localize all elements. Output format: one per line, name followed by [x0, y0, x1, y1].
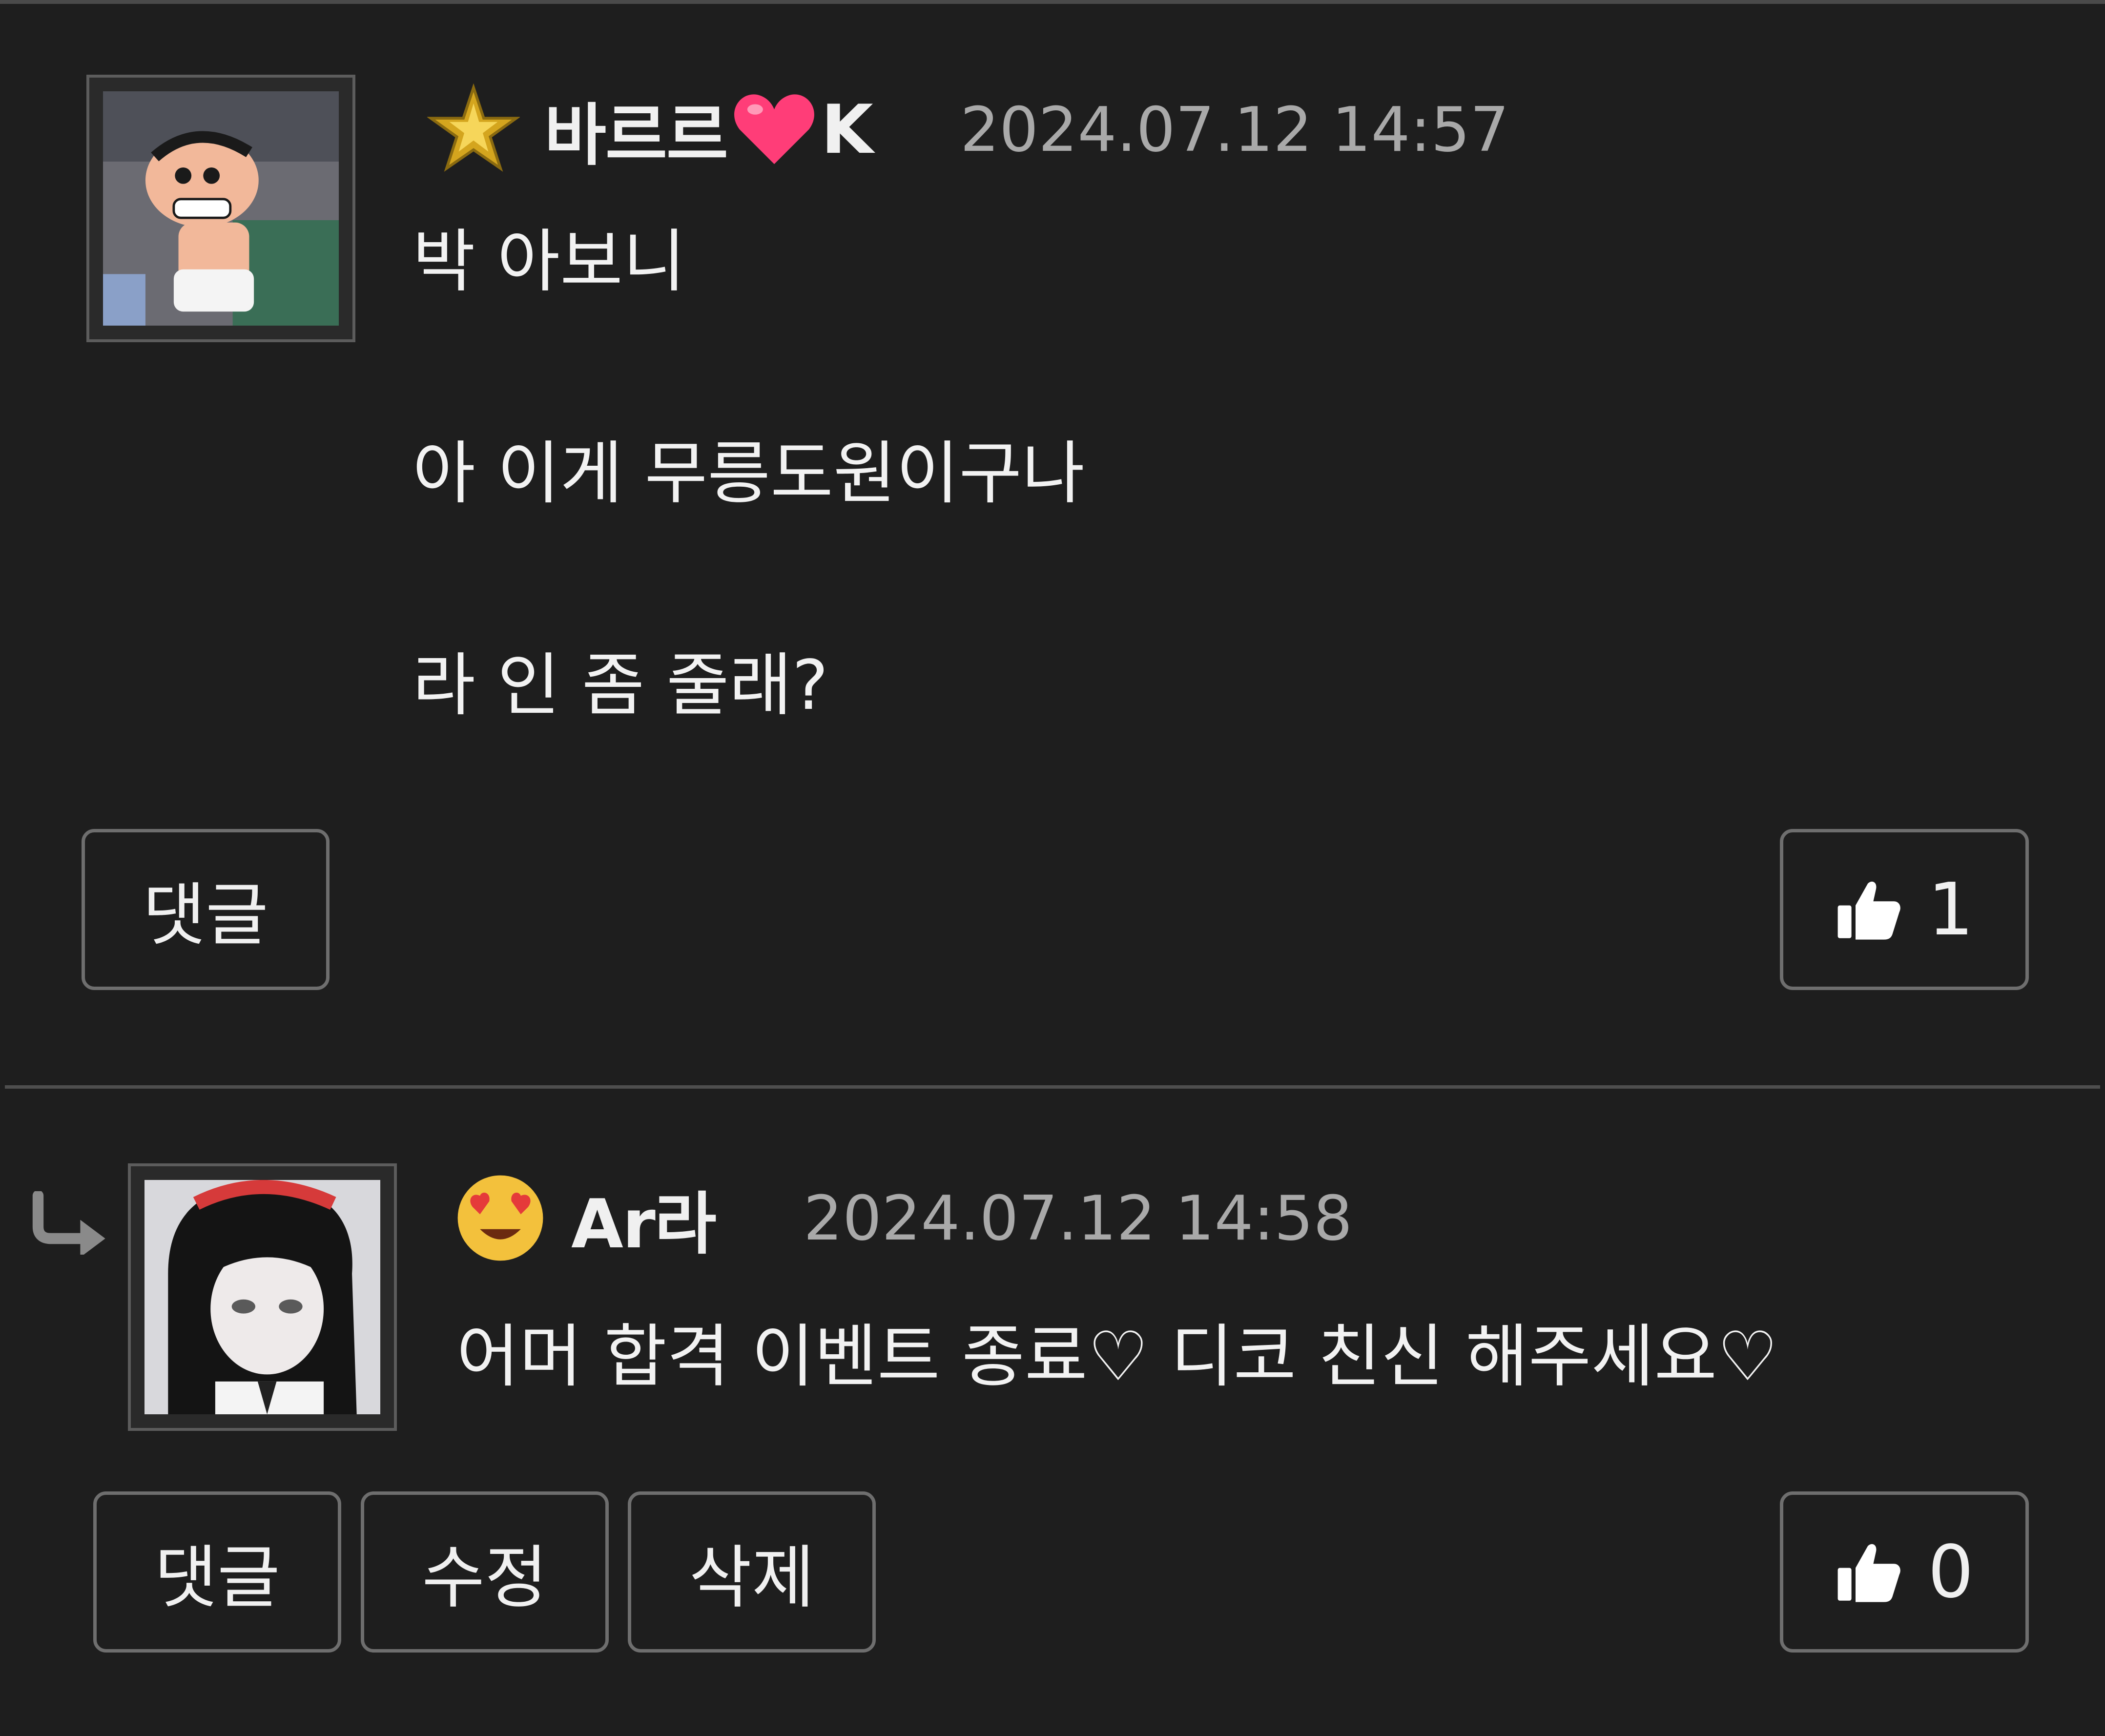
reply-arrow-icon	[32, 1191, 105, 1255]
delete-button[interactable]: 삭제	[628, 1491, 876, 1653]
comment-text: 어머 합격 이벤트 종료♡ 디코 친신 해주세요♡	[456, 1308, 1778, 1406]
reply-button[interactable]: 댓글	[82, 829, 330, 990]
cartoon-avatar-image	[103, 91, 339, 326]
like-count: 0	[1927, 1530, 1974, 1614]
comment-line: 어머 합격 이벤트 종료♡ 디코 친신 해주세요♡	[456, 1317, 1778, 1397]
comment-text: 박 아보니 아 이게 무릉도원이구나 라 인 좀 줄래?	[413, 156, 1085, 792]
avatar[interactable]	[128, 1163, 397, 1431]
avatar[interactable]	[86, 75, 355, 342]
timestamp: 2024.07.12 14:57	[960, 93, 1509, 165]
timestamp: 2024.07.12 14:58	[803, 1182, 1353, 1254]
reply-button[interactable]: 댓글	[93, 1491, 341, 1653]
like-button[interactable]: 1	[1780, 829, 2029, 990]
like-button[interactable]: 0	[1780, 1491, 2029, 1653]
comment-header: Ar라 2024.07.12 14:58	[454, 1167, 1352, 1269]
heart-eyes-emoji-icon	[457, 1175, 543, 1261]
anime-avatar-image	[144, 1180, 380, 1414]
comment-item: 바르르 K 2024.07.12 14:57 박 아보니 아 이게 무릉도원이구…	[0, 0, 2105, 1086]
comment-line: 박 아보니	[413, 222, 686, 302]
thumbs-up-icon	[1837, 1544, 1900, 1602]
comment-line: 아 이게 무릉도원이구나	[413, 434, 1085, 514]
thumbs-up-icon	[1837, 881, 1900, 940]
comment-line: 라 인 좀 줄래?	[413, 646, 828, 725]
comment-divider	[5, 1085, 2100, 1089]
like-count: 1	[1927, 868, 1974, 951]
edit-button[interactable]: 수정	[361, 1491, 609, 1653]
nickname[interactable]: Ar라	[571, 1169, 717, 1267]
